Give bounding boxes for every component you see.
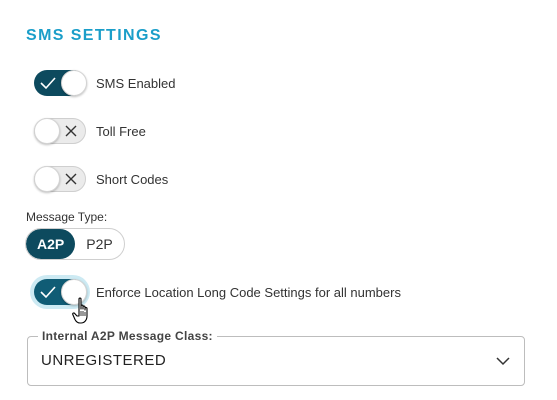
chevron-down-icon[interactable] [496, 356, 510, 366]
toll-free-toggle[interactable] [34, 118, 86, 144]
hand-cursor-icon [72, 297, 88, 324]
message-type-option-a2p[interactable]: A2P [26, 229, 76, 259]
a2p-message-class-legend: Internal A2P Message Class: [38, 329, 217, 343]
short-codes-row: Short Codes [34, 166, 168, 192]
message-type-label: Message Type: [26, 210, 108, 224]
message-type-segmented-control: A2P P2P [25, 228, 125, 260]
sms-enabled-toggle[interactable] [34, 70, 87, 96]
check-icon [40, 286, 56, 299]
toll-free-label: Toll Free [96, 123, 146, 139]
enforce-location-label: Enforce Location Long Code Settings for … [96, 284, 401, 300]
toggle-knob [34, 166, 60, 192]
toggle-knob [34, 118, 60, 144]
short-codes-toggle[interactable] [34, 166, 86, 192]
toggle-knob [61, 70, 87, 96]
check-icon [40, 77, 56, 90]
a2p-message-class-select[interactable]: Internal A2P Message Class: UNREGISTERED [27, 329, 525, 386]
sms-enabled-label: SMS Enabled [96, 75, 176, 91]
sms-enabled-row: SMS Enabled [34, 70, 176, 96]
section-title: SMS SETTINGS [26, 27, 162, 44]
toll-free-row: Toll Free [34, 118, 146, 144]
close-icon [65, 173, 77, 185]
close-icon [65, 125, 77, 137]
short-codes-label: Short Codes [96, 171, 169, 187]
sms-settings-panel: SMS SETTINGS SMS Enabled Toll Free Short [0, 0, 557, 400]
message-type-option-p2p[interactable]: P2P [75, 229, 123, 259]
a2p-message-class-value: UNREGISTERED [41, 352, 167, 369]
